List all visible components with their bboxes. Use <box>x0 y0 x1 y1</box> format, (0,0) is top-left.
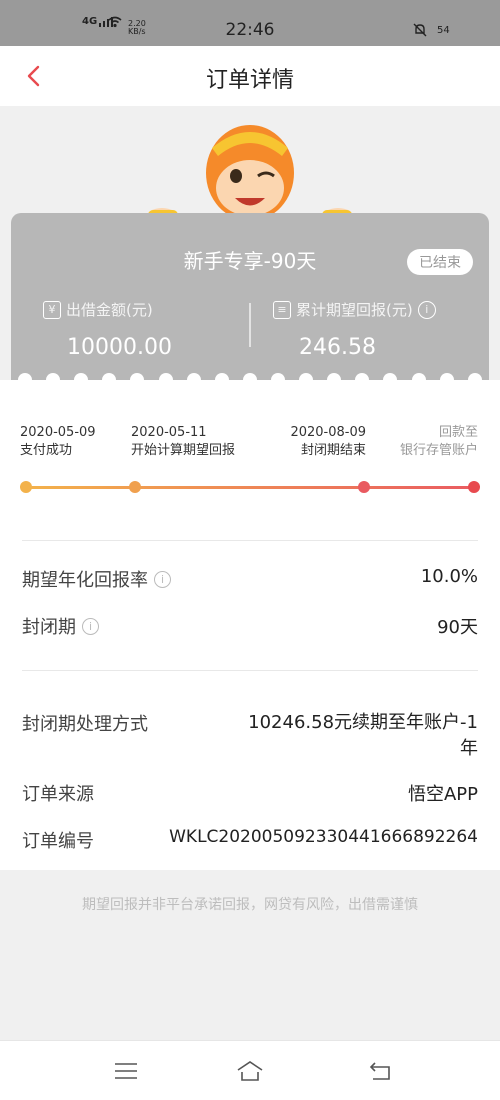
return-label: 累计期望回报(元) <box>296 301 413 319</box>
order-number-label: 订单编号 <box>22 831 94 852</box>
nav-bar: 订单详情 <box>0 46 500 106</box>
mute-icon <box>413 23 427 37</box>
timeline-date: 2020-05-09 <box>20 425 96 440</box>
source-value: 悟空APP <box>407 784 478 805</box>
timeline-track <box>26 486 474 489</box>
monkey-mascot-icon <box>146 125 354 228</box>
timeline-label: 开始计算期望回报 <box>131 443 236 458</box>
divider <box>22 540 478 541</box>
menu-icon[interactable] <box>112 1059 140 1083</box>
principal-label: 出借金额(元) <box>66 301 153 319</box>
status-bar: 4G 2.20 KB/s 22:46 54 <box>0 0 500 46</box>
divider <box>22 670 478 671</box>
timeline-label: 封闭期结束 <box>300 443 366 458</box>
info-icon[interactable]: i <box>154 570 171 588</box>
return-icon[interactable] <box>367 1059 395 1083</box>
order-details: 2020-05-09 支付成功 2020-05-11 开始计算期望回报 2020… <box>0 380 500 870</box>
document-icon: ≡ <box>273 300 291 319</box>
lock-label: 封闭期 <box>22 617 76 638</box>
timeline-step-paid: 2020-05-09 支付成功 <box>20 424 96 460</box>
card-divider <box>249 303 251 347</box>
lock-value: 90天 <box>437 617 478 638</box>
timeline-label: 支付成功 <box>20 443 73 458</box>
order-summary-hero: 新手专享-90天 已结束 ¥ 出借金额(元) 10000.00 ≡ 累计期望回报… <box>0 106 500 387</box>
principal-value: 10000.00 <box>67 335 172 360</box>
order-number-value: WKLC2020050923304416668922​64 <box>169 827 478 847</box>
order-timeline: 2020-05-09 支付成功 2020-05-11 开始计算期望回报 2020… <box>0 380 500 540</box>
timeline-dot <box>358 481 370 493</box>
timeline-date: 2020-05-11 <box>131 425 207 440</box>
info-icon[interactable]: i <box>82 617 99 635</box>
timeline-dot <box>129 481 141 493</box>
timeline-step-lock-end: 2020-08-09 封闭期结束 <box>290 424 366 460</box>
handling-label: 封闭期处理方式 <box>22 714 148 735</box>
source-label: 订单来源 <box>22 784 94 805</box>
home-icon[interactable] <box>236 1059 264 1083</box>
timeline-step-payout: 回款至 银行存管账户 <box>400 424 478 460</box>
timeline-date: 2020-08-09 <box>290 425 366 440</box>
timeline-date: 回款至 <box>438 425 478 440</box>
handling-value: 10246.58元续期至年账户-1年 <box>248 712 478 759</box>
battery-level: 54 <box>437 25 450 36</box>
page-title: 订单详情 <box>205 68 294 93</box>
rate-value: 10.0% <box>420 566 478 587</box>
timeline-dot <box>468 481 480 493</box>
system-nav-bar <box>0 1040 500 1100</box>
return-value: 246.58 <box>299 335 376 360</box>
return-label-group: ≡ 累计期望回报(元) i <box>273 299 436 320</box>
rate-label: 期望年化回报率 <box>22 570 148 591</box>
principal-label-group: ¥ 出借金额(元) <box>43 299 153 320</box>
risk-disclaimer: 期望回报并非平台承诺回报，网贷有风险，出借需谨慎 <box>82 897 418 913</box>
timeline-label: 银行存管账户 <box>399 443 478 458</box>
info-icon[interactable]: i <box>417 300 436 319</box>
timeline-step-accrual: 2020-05-11 开始计算期望回报 <box>131 424 235 460</box>
status-badge: 已结束 <box>407 249 473 275</box>
yen-icon: ¥ <box>43 300 61 319</box>
product-card: 新手专享-90天 已结束 ¥ 出借金额(元) 10000.00 ≡ 累计期望回报… <box>11 213 489 387</box>
timeline-dot <box>20 481 32 493</box>
